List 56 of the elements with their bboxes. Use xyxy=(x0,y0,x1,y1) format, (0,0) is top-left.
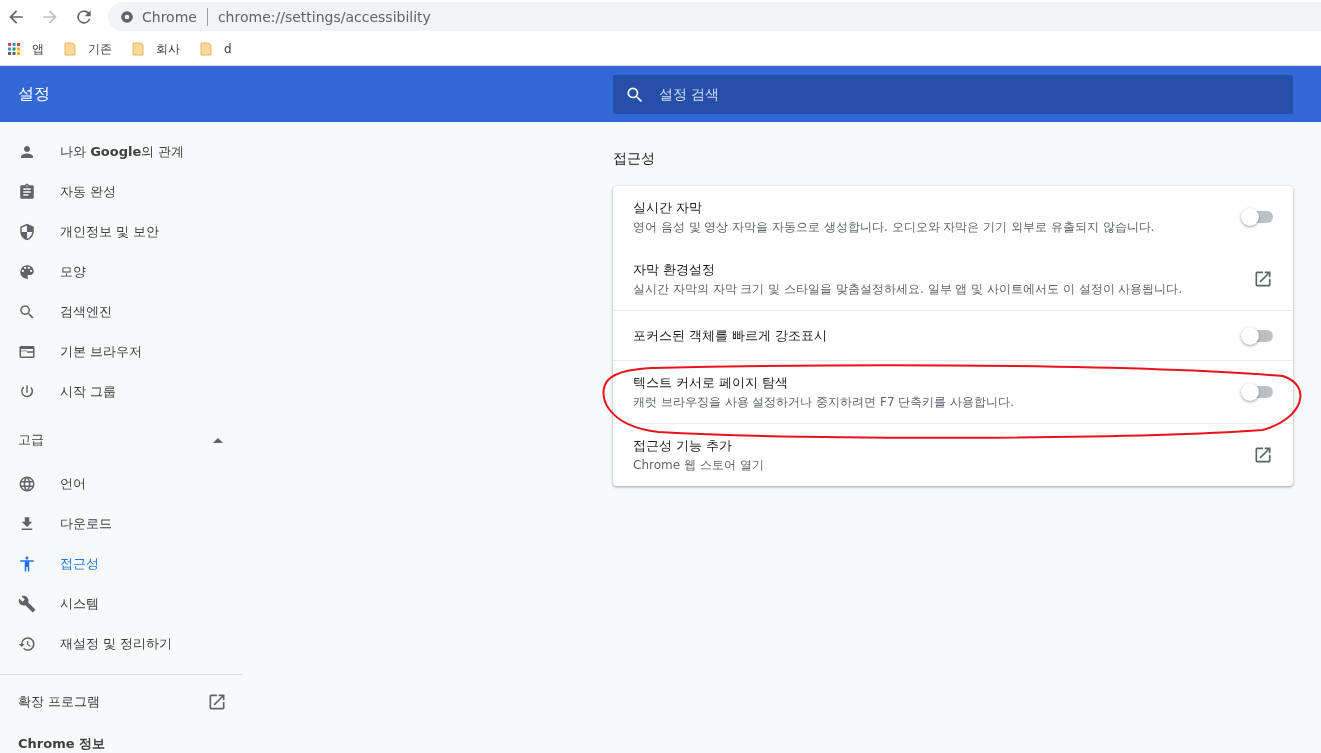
sidebar-item[interactable]: 검색엔진 xyxy=(0,292,243,332)
about-chrome-link[interactable]: Chrome 정보 xyxy=(0,729,243,753)
sidebar-item[interactable]: 모양 xyxy=(0,252,243,292)
external-link-icon[interactable] xyxy=(1253,445,1273,465)
url-text: chrome://settings/accessibility xyxy=(217,8,431,25)
sidebar-item[interactable]: 나와 Google의 관계 xyxy=(0,132,243,172)
site-label: Chrome xyxy=(142,8,197,25)
bookmark-item[interactable]: 회사 xyxy=(132,40,180,58)
setting-title: 포커스된 객체를 빠르게 강조표시 xyxy=(633,326,829,345)
sidebar-item[interactable]: 시스템 xyxy=(0,584,243,624)
section-title: 접근성 xyxy=(613,150,656,168)
setting-description: 영어 음성 및 영상 자막을 자동으로 생성합니다. 오디오와 자막은 기기 외부로 유출되지 않습니다. xyxy=(633,219,1156,236)
sidebar-item-icon xyxy=(18,343,36,361)
sidebar-item[interactable]: 언어 xyxy=(0,464,243,504)
sidebar-item-icon xyxy=(18,475,36,493)
bookmark-item[interactable]: d xyxy=(200,42,232,56)
setting-title: 접근성 기능 추가 xyxy=(633,437,734,455)
sidebar-item-icon xyxy=(18,143,36,161)
page-title: 설정 xyxy=(18,83,50,103)
setting-title: 자막 환경설정 xyxy=(633,261,717,279)
sidebar-item-icon xyxy=(18,595,36,613)
sidebar-item[interactable]: 재설정 및 정리하기 xyxy=(0,624,243,664)
bookmark-item[interactable]: 기존 xyxy=(64,40,112,58)
setting-description: 실시간 자막의 자막 크기 및 스타일을 맞춤설정하세요. 일부 앱 및 사이트에서도 이 설정이 사용됩니다. xyxy=(633,281,1184,298)
sidebar-item-icon xyxy=(18,303,36,321)
sidebar-item-icon xyxy=(18,635,36,653)
sidebar-item[interactable]: 다운로드 xyxy=(0,504,243,544)
setting-description: Chrome 웹 스토어 열기 xyxy=(633,457,765,474)
apps-grid-icon xyxy=(8,42,20,56)
sidebar-item-icon xyxy=(18,263,36,281)
extensions-link[interactable]: 확장 프로그램 xyxy=(0,675,243,729)
sidebar-item-icon xyxy=(18,183,36,201)
setting-title: 텍스트 커서로 페이지 탐색 xyxy=(633,374,790,392)
toggle-switch[interactable] xyxy=(1243,386,1273,398)
caret-icon xyxy=(213,437,223,443)
toggle-switch[interactable] xyxy=(1243,329,1273,342)
sidebar-item[interactable]: 시작 그룹 xyxy=(0,372,243,412)
sidebar-item-icon xyxy=(18,555,36,573)
site-info-icon[interactable] xyxy=(120,9,134,24)
advanced-section-toggle[interactable]: 고급 xyxy=(0,416,243,464)
folder-icon xyxy=(132,42,144,56)
search-field[interactable]: 설정 검색 xyxy=(613,74,1293,114)
address-bar[interactable]: Chrome chrome://settings/accessibility xyxy=(108,2,1321,31)
folder-icon xyxy=(200,42,212,56)
toggle-switch[interactable] xyxy=(1243,211,1273,223)
setting-description: 캐럿 브라우징을 사용 설정하거나 중지하려면 F7 단축키를 사용합니다. xyxy=(633,394,1016,411)
external-link-icon[interactable] xyxy=(1253,269,1273,289)
sidebar-item-icon xyxy=(18,223,36,241)
folder-icon xyxy=(64,42,76,56)
sidebar-item[interactable]: 기본 브라우저 xyxy=(0,332,243,372)
setting-title: 실시간 자막 xyxy=(633,199,704,217)
sidebar-item[interactable]: 자동 완성 xyxy=(0,172,243,212)
sidebar-item[interactable]: 개인정보 및 보안 xyxy=(0,212,243,252)
external-link-icon xyxy=(207,692,227,712)
sidebar-item[interactable]: 접근성 xyxy=(0,544,243,584)
bookmark-item[interactable]: 앱 xyxy=(8,40,44,58)
